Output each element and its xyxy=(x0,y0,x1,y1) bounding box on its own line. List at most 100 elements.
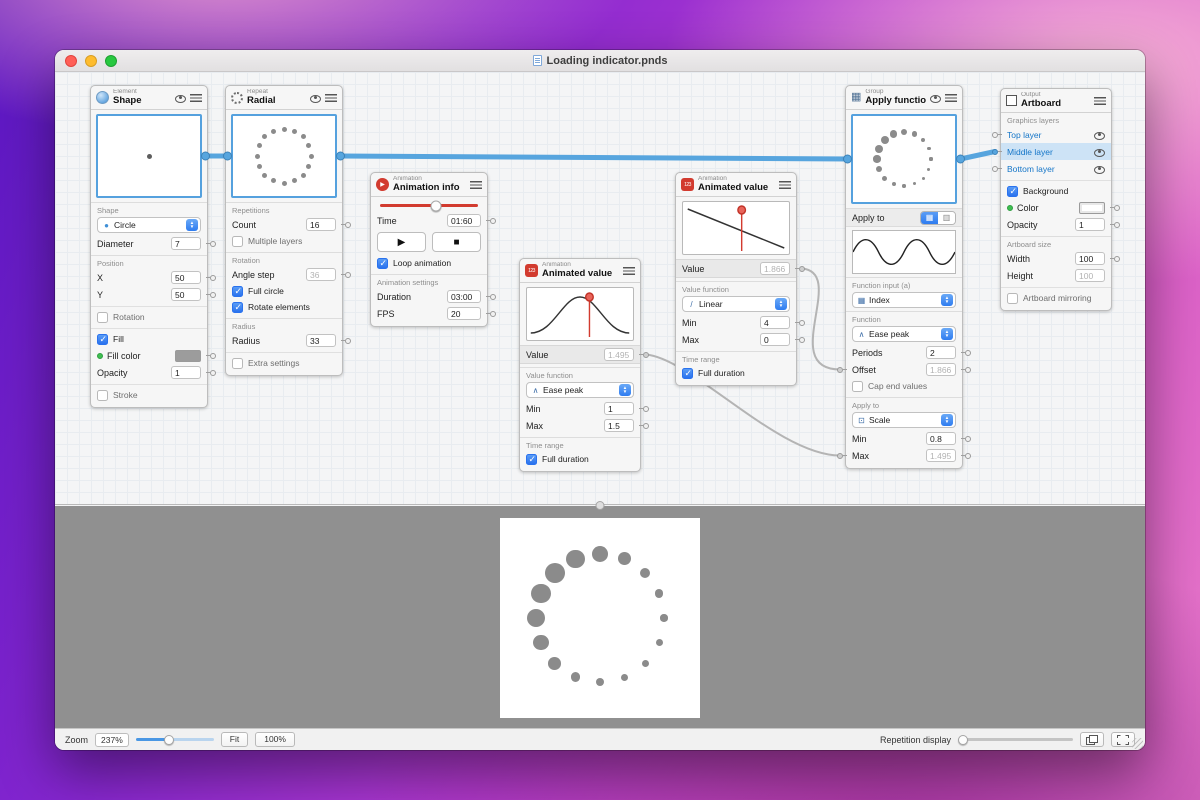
node-animation-info[interactable]: ▶ Animation Animation info Time 01:60 ▶ … xyxy=(370,172,488,327)
opacity-input[interactable]: 1 xyxy=(1075,218,1105,231)
port-icon[interactable] xyxy=(210,241,216,247)
port-icon[interactable] xyxy=(643,423,649,429)
layer-input-port[interactable] xyxy=(992,149,998,155)
port-icon[interactable] xyxy=(965,436,971,442)
output-port[interactable] xyxy=(201,152,210,161)
max-input[interactable]: 0 xyxy=(760,333,790,346)
layer-eye-icon[interactable] xyxy=(1094,130,1105,140)
height-input[interactable]: 100 xyxy=(1075,269,1105,282)
port-icon[interactable] xyxy=(965,350,971,356)
rotate-elements-checkbox[interactable] xyxy=(232,302,243,313)
rotation-checkbox[interactable] xyxy=(97,312,108,323)
loop-animation-checkbox[interactable] xyxy=(377,258,388,269)
function-dropdown[interactable]: ∧ Ease peak ▲▼ xyxy=(852,326,956,342)
port-icon[interactable] xyxy=(1114,205,1120,211)
node-canvas[interactable]: Element Shape Shape ● Circle ▲▼ Diameter xyxy=(55,72,1145,505)
zoom-button[interactable] xyxy=(105,55,117,67)
port-icon[interactable] xyxy=(345,338,351,344)
scrubber-knob[interactable] xyxy=(430,200,441,211)
apply-mode-segmented-control[interactable]: ▦ ▥ xyxy=(920,211,956,225)
width-input[interactable]: 100 xyxy=(1075,252,1105,265)
node-animated-value-b[interactable]: 123 Animation Animated value Value 1.866 xyxy=(675,172,797,386)
node-artboard[interactable]: Output Artboard Graphics layers Top laye… xyxy=(1000,88,1112,311)
port-icon[interactable] xyxy=(799,337,805,343)
min-input[interactable]: 4 xyxy=(760,316,790,329)
max-input[interactable]: 1.5 xyxy=(604,419,634,432)
node-menu-icon[interactable] xyxy=(325,94,337,102)
input-port[interactable] xyxy=(223,152,232,161)
node-radial[interactable]: Repeat Radial Repetitions Count 16 xyxy=(225,85,343,376)
port-icon[interactable] xyxy=(643,406,649,412)
periods-input[interactable]: 2 xyxy=(926,346,956,359)
fit-button[interactable]: Fit xyxy=(221,732,248,747)
port-icon[interactable] xyxy=(210,275,216,281)
layer-row-bottom[interactable]: Bottom layer xyxy=(1001,160,1111,177)
count-input[interactable]: 16 xyxy=(306,218,336,231)
port-icon[interactable] xyxy=(490,294,496,300)
output-port[interactable] xyxy=(336,152,345,161)
diameter-input[interactable]: 7 xyxy=(171,237,201,250)
node-animated-value-b-header[interactable]: 123 Animation Animated value xyxy=(676,173,796,197)
port-icon[interactable] xyxy=(1114,256,1120,262)
node-radial-header[interactable]: Repeat Radial xyxy=(226,86,342,110)
node-menu-icon[interactable] xyxy=(1094,97,1106,105)
port-icon[interactable] xyxy=(490,218,496,224)
input-port[interactable] xyxy=(843,155,852,164)
layer-eye-icon[interactable] xyxy=(1094,164,1105,174)
port-icon[interactable] xyxy=(965,367,971,373)
repetition-display-slider[interactable] xyxy=(958,738,1073,741)
node-animated-value-a[interactable]: 123 Animation Animated value Value 1.495 xyxy=(519,258,641,472)
zoom-value[interactable]: 237% xyxy=(95,733,129,747)
max-input-port[interactable] xyxy=(837,453,843,459)
stop-button[interactable]: ■ xyxy=(432,232,481,252)
cap-end-values-checkbox[interactable] xyxy=(852,381,863,392)
output-port[interactable] xyxy=(956,155,965,164)
port-icon[interactable] xyxy=(490,311,496,317)
max-input[interactable]: 1.495 xyxy=(926,449,956,462)
titlebar[interactable]: Loading indicator.pnds xyxy=(55,50,1145,72)
shape-type-dropdown[interactable]: ● Circle ▲▼ xyxy=(97,217,201,233)
value-function-dropdown[interactable]: ∧ Ease peak ▲▼ xyxy=(526,382,634,398)
minimize-button[interactable] xyxy=(85,55,97,67)
port-icon[interactable] xyxy=(345,222,351,228)
node-menu-icon[interactable] xyxy=(945,94,957,102)
multiple-layers-checkbox[interactable] xyxy=(232,236,243,247)
port-icon[interactable] xyxy=(210,370,216,376)
window-resize-grip[interactable] xyxy=(1132,738,1143,749)
layer-row-top[interactable]: Top layer xyxy=(1001,126,1111,143)
repetition-slider-knob[interactable] xyxy=(958,735,968,745)
layer-input-port[interactable] xyxy=(992,166,998,172)
node-apply-function-header[interactable]: ▦ Group Apply function xyxy=(846,86,962,110)
play-button[interactable]: ▶ xyxy=(377,232,426,252)
node-shape[interactable]: Element Shape Shape ● Circle ▲▼ Diameter xyxy=(90,85,208,408)
port-icon[interactable] xyxy=(965,453,971,459)
x-input[interactable]: 50 xyxy=(171,271,201,284)
apply-to-dropdown[interactable]: ⊡ Scale ▲▼ xyxy=(852,412,956,428)
layer-eye-icon[interactable] xyxy=(1094,147,1105,157)
extra-settings-checkbox[interactable] xyxy=(232,358,243,369)
grid-mode-icon[interactable]: ▦ xyxy=(921,212,938,224)
node-animation-info-header[interactable]: ▶ Animation Animation info xyxy=(371,173,487,197)
layer-row-middle[interactable]: Middle layer xyxy=(1001,143,1111,160)
hundred-percent-button[interactable]: 100% xyxy=(255,732,295,747)
color-port-icon[interactable] xyxy=(1007,205,1013,211)
fill-checkbox[interactable] xyxy=(97,334,108,345)
port-icon[interactable] xyxy=(345,272,351,278)
min-input[interactable]: 1 xyxy=(604,402,634,415)
angle-step-input[interactable]: 36 xyxy=(306,268,336,281)
close-button[interactable] xyxy=(65,55,77,67)
fps-input[interactable]: 20 xyxy=(447,307,481,320)
stroke-checkbox[interactable] xyxy=(97,390,108,401)
radius-input[interactable]: 33 xyxy=(306,334,336,347)
node-animated-value-a-header[interactable]: 123 Animation Animated value xyxy=(520,259,640,283)
value-port[interactable] xyxy=(799,266,805,272)
offset-input-port[interactable] xyxy=(837,367,843,373)
node-shape-header[interactable]: Element Shape xyxy=(91,86,207,110)
full-duration-checkbox[interactable] xyxy=(682,368,693,379)
color-port-icon[interactable] xyxy=(97,353,103,359)
visibility-eye-icon[interactable] xyxy=(310,93,321,103)
node-menu-icon[interactable] xyxy=(470,181,482,189)
port-icon[interactable] xyxy=(210,292,216,298)
y-input[interactable]: 50 xyxy=(171,288,201,301)
value-port[interactable] xyxy=(643,352,649,358)
